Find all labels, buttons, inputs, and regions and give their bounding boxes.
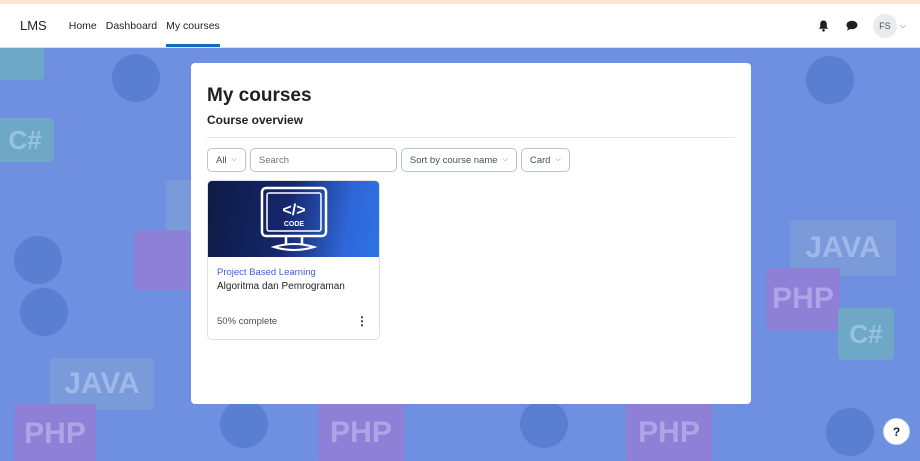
top-navbar: LMS Home Dashboard My courses FS ⌵ <box>0 0 920 48</box>
background-code-badge <box>806 56 854 104</box>
background-tile-java: JAVA <box>50 358 154 410</box>
background-tile-php <box>134 230 190 290</box>
background-code-badge <box>826 408 874 456</box>
svg-text:CODE: CODE <box>284 221 305 228</box>
background-tile-csharp: C# <box>0 118 54 162</box>
search-field[interactable] <box>249 148 397 172</box>
notification-bell-icon[interactable] <box>817 19 831 33</box>
background-code-badge <box>520 400 568 448</box>
nav-link-my-courses[interactable]: My courses <box>166 4 220 47</box>
course-card-footer: 50% complete ⋮ <box>217 314 370 328</box>
chevron-down-icon: ⌵ <box>899 20 906 30</box>
background-tile-php: PHP <box>318 404 404 461</box>
grouping-dropdown-label: All <box>216 154 227 166</box>
page-title: My courses <box>207 85 312 106</box>
site-brand[interactable]: LMS <box>20 18 47 33</box>
nav-link-dashboard[interactable]: Dashboard <box>106 4 157 47</box>
background-code-badge <box>220 400 268 448</box>
main-content-card: My courses Course overview All ⌵ Sort by… <box>191 63 751 404</box>
messages-chat-icon[interactable] <box>845 19 859 33</box>
background-code-badge <box>20 288 68 336</box>
svg-text:</>: </> <box>282 202 305 219</box>
course-progress-text: 50% complete <box>217 315 278 327</box>
background-tile-php: PHP <box>14 404 96 461</box>
monitor-code-icon: </> CODE <box>260 186 328 251</box>
view-dropdown-label: Card <box>529 154 551 166</box>
course-actions-kebab-icon[interactable]: ⋮ <box>354 314 370 328</box>
background-tile-csharp: C# <box>838 308 894 360</box>
background-code-badge <box>14 236 62 284</box>
help-button[interactable]: ? <box>883 418 910 445</box>
course-image[interactable]: </> CODE <box>208 181 379 257</box>
course-card[interactable]: </> CODE Project Based Learning Algoritm… <box>207 180 380 340</box>
background-tile-php: PHP <box>626 404 712 461</box>
course-card-body: Project Based Learning Algoritma dan Pem… <box>208 257 379 328</box>
course-category-link[interactable]: Project Based Learning <box>217 267 370 278</box>
divider <box>207 137 735 138</box>
nav-link-home[interactable]: Home <box>69 4 97 47</box>
chevron-down-icon: ⌵ <box>555 156 561 163</box>
user-menu-area: FS ⌵ <box>817 13 906 38</box>
course-name[interactable]: Algoritma dan Pemrograman <box>217 281 370 292</box>
course-filters: All ⌵ Sort by course name ⌵ Card ⌵ <box>207 148 735 172</box>
sort-dropdown-label: Sort by course name <box>409 154 498 166</box>
primary-navigation: Home Dashboard My courses <box>69 4 229 47</box>
sort-dropdown[interactable]: Sort by course name ⌵ <box>400 148 517 172</box>
grouping-dropdown[interactable]: All ⌵ <box>207 148 246 172</box>
background-code-badge <box>112 54 160 102</box>
avatar: FS <box>872 13 897 38</box>
chevron-down-icon: ⌵ <box>502 156 508 163</box>
course-overview-heading: Course overview <box>207 113 304 127</box>
background-tile-php: PHP <box>766 268 840 330</box>
background-tile-a <box>0 48 44 80</box>
view-dropdown[interactable]: Card ⌵ <box>520 148 570 172</box>
search-input[interactable] <box>258 154 388 166</box>
chevron-down-icon: ⌵ <box>231 156 237 163</box>
user-menu-toggle[interactable]: FS ⌵ <box>872 13 906 38</box>
